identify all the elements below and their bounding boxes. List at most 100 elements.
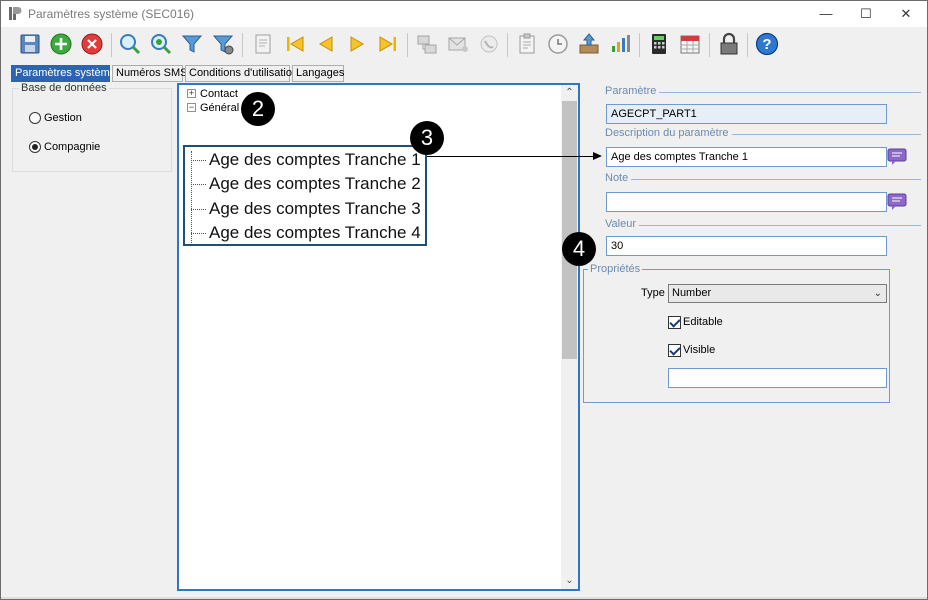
section-rule [625, 179, 921, 180]
filter-icon[interactable] [179, 31, 205, 57]
callout-arrow-line [427, 156, 597, 157]
clipboard-icon[interactable] [514, 31, 540, 57]
svg-text:?: ? [762, 36, 771, 53]
filter-settings-icon[interactable] [210, 31, 236, 57]
section-rule [639, 92, 921, 93]
phone-icon[interactable] [476, 31, 502, 57]
tree-item-tranche-1[interactable]: Age des comptes Tranche 1 [191, 148, 421, 172]
tree-scrollbar[interactable]: ⌃ ⌄ [561, 85, 578, 589]
title-bar: Paramètres système (SEC016) — ☐ ✕ [1, 1, 927, 27]
tree-item-label[interactable]: Age des comptes Tranche 2 [209, 174, 421, 194]
radio-compagnie-label: Compagnie [44, 141, 101, 153]
parametre-field: AGECPT_PART1 [606, 104, 887, 124]
add-icon[interactable] [48, 31, 74, 57]
visible-checkbox[interactable]: Visible [668, 343, 715, 357]
toolbar-separator [747, 33, 748, 57]
collapse-icon[interactable]: − [187, 103, 196, 112]
save-icon[interactable] [17, 31, 43, 57]
editable-checkbox[interactable]: Editable [668, 315, 723, 329]
previous-icon[interactable] [313, 31, 339, 57]
properties-groupbox: Propriétés Type Number ⌄ Editable Visibl… [583, 263, 890, 403]
mail-icon[interactable] [445, 31, 471, 57]
tree-item-label[interactable]: Age des comptes Tranche 3 [209, 199, 421, 219]
radio-compagnie-circle[interactable] [29, 141, 41, 153]
calendar-icon[interactable] [677, 31, 703, 57]
toolbar-separator [639, 33, 640, 57]
chevron-down-icon[interactable]: ⌄ [874, 285, 882, 302]
help-icon[interactable]: ? [754, 31, 780, 57]
first-icon[interactable] [282, 31, 308, 57]
calculator-icon[interactable] [646, 31, 672, 57]
window-title: Paramètres système (SEC016) [28, 7, 195, 21]
search-icon[interactable] [117, 31, 143, 57]
tab-langages[interactable]: Langages [292, 65, 344, 82]
radio-compagnie[interactable]: Compagnie [29, 140, 100, 154]
parametre-label: Paramètre [605, 85, 660, 97]
scroll-thumb[interactable] [562, 101, 577, 359]
valeur-label: Valeur [605, 218, 639, 230]
tree-item-label[interactable]: Age des comptes Tranche 4 [209, 223, 421, 243]
tree-item-tranche-3[interactable]: Age des comptes Tranche 3 [191, 197, 421, 221]
callout-2: 2 [241, 92, 275, 126]
note-label: Note [605, 172, 632, 184]
history-icon[interactable] [545, 31, 571, 57]
network-icon[interactable] [414, 31, 440, 57]
type-label: Type [641, 287, 665, 299]
type-select-value: Number [672, 287, 712, 299]
tab-conditions-utilisation[interactable]: Conditions d'utilisation [185, 65, 298, 82]
radio-gestion-label: Gestion [44, 112, 82, 124]
description-comment-icon[interactable] [887, 148, 907, 166]
zoomed-tree-items: Age des comptes Tranche 1 Age des compte… [183, 145, 427, 246]
tree-connector [191, 208, 206, 210]
note-field[interactable] [606, 192, 887, 212]
next-icon[interactable] [344, 31, 370, 57]
tree-connector [191, 183, 206, 185]
tree-item-tranche-4[interactable]: Age des comptes Tranche 4 [191, 221, 421, 245]
app-logo-icon [8, 6, 22, 21]
tree-node-label[interactable]: Contact [200, 88, 238, 100]
window-bottom-edge [1, 597, 927, 599]
tab-numeros-sms[interactable]: Numéros SMS [112, 65, 188, 82]
section-rule [730, 134, 921, 135]
database-groupbox: Base de données Gestion Compagnie [12, 82, 172, 172]
last-icon[interactable] [375, 31, 401, 57]
tree-item-tranche-2[interactable]: Age des comptes Tranche 2 [191, 172, 421, 196]
lock-icon[interactable] [716, 31, 742, 57]
visible-checkbox-box[interactable] [668, 343, 681, 357]
toolbar-separator [407, 33, 408, 57]
section-rule [635, 225, 921, 226]
radio-gestion[interactable]: Gestion [29, 111, 82, 125]
main-window: Paramètres système (SEC016) — ☐ ✕ ? Para… [0, 0, 928, 600]
close-button[interactable]: ✕ [883, 1, 927, 27]
radio-gestion-circle[interactable] [29, 112, 41, 124]
tab-parametres-systeme[interactable]: Paramètres système [11, 65, 116, 82]
properties-extra-field[interactable] [668, 368, 887, 388]
note-comment-icon[interactable] [887, 193, 907, 211]
valeur-field[interactable]: 30 [606, 236, 887, 256]
callout-3: 3 [410, 121, 444, 155]
chart-icon[interactable] [607, 31, 633, 57]
scroll-up-icon[interactable]: ⌃ [561, 85, 578, 101]
tree-connector [191, 159, 206, 161]
database-legend: Base de données [19, 82, 109, 94]
editable-checkbox-box[interactable] [668, 315, 681, 329]
properties-legend: Propriétés [588, 263, 643, 275]
export-icon[interactable] [576, 31, 602, 57]
type-select[interactable]: Number ⌄ [668, 284, 887, 303]
scroll-down-icon[interactable]: ⌄ [561, 573, 578, 589]
refresh-search-icon[interactable] [148, 31, 174, 57]
tree-node-general[interactable]: − Général [187, 101, 239, 114]
report-icon[interactable] [250, 31, 276, 57]
expand-icon[interactable]: + [187, 89, 196, 98]
tree-node-contact[interactable]: + Contact [187, 87, 238, 100]
editable-label: Editable [683, 316, 723, 328]
tree-node-label[interactable]: Général [200, 102, 239, 114]
toolbar-separator [111, 33, 112, 57]
description-label: Description du paramètre [605, 127, 732, 139]
description-field[interactable]: Age des comptes Tranche 1 [606, 147, 887, 167]
delete-icon[interactable] [79, 31, 105, 57]
tree-item-label[interactable]: Age des comptes Tranche 1 [209, 150, 421, 170]
toolbar: ? [1, 27, 927, 63]
toolbar-separator [507, 33, 508, 57]
toolbar-separator [709, 33, 710, 57]
